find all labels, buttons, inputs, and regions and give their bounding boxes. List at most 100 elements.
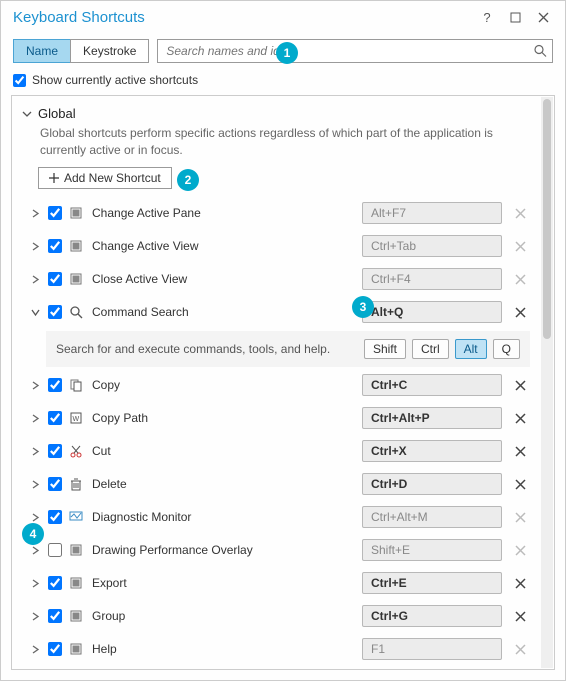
keystroke-field[interactable]: Shift+E (362, 539, 502, 561)
chevron-right-icon[interactable] (28, 576, 42, 590)
add-shortcut-button[interactable]: Add New Shortcut (38, 167, 172, 189)
enable-checkbox[interactable] (48, 576, 62, 590)
keystroke-field[interactable]: Ctrl+G (362, 605, 502, 627)
shortcut-label: Cut (88, 444, 358, 458)
tab-keystroke[interactable]: Keystroke (70, 39, 149, 63)
shortcut-label: Drawing Performance Overlay (88, 543, 358, 557)
window-icon (68, 608, 84, 624)
keystroke-field[interactable]: Ctrl+Tab (362, 235, 502, 257)
window-icon (68, 641, 84, 657)
clear-shortcut-button[interactable] (510, 578, 530, 589)
clear-shortcut-button (510, 208, 530, 219)
keystroke-field[interactable]: Alt+Q (362, 301, 502, 323)
chevron-right-icon[interactable] (28, 272, 42, 286)
enable-checkbox[interactable] (48, 609, 62, 623)
scrollbar[interactable] (541, 97, 553, 668)
titlebar: Keyboard Shortcuts ? (1, 1, 565, 33)
clear-shortcut-button[interactable] (510, 307, 530, 318)
dialog-title: Keyboard Shortcuts (13, 9, 473, 26)
copy-icon (68, 377, 84, 393)
clear-shortcut-button[interactable] (510, 413, 530, 424)
add-shortcut-label: Add New Shortcut (64, 171, 161, 185)
shortcut-row: Minimize the RibbonCtrl+F1 (18, 666, 538, 670)
search-icon (68, 304, 84, 320)
show-active-checkbox[interactable] (13, 74, 26, 87)
enable-checkbox[interactable] (48, 642, 62, 656)
shortcut-row: Close Active View Ctrl+F4 (18, 263, 538, 296)
enable-checkbox[interactable] (48, 239, 62, 253)
clear-shortcut-button (510, 644, 530, 655)
copy-path-icon: W (68, 410, 84, 426)
keystroke-field[interactable]: Alt+F7 (362, 202, 502, 224)
chevron-right-icon[interactable] (28, 510, 42, 524)
chevron-right-icon[interactable] (28, 642, 42, 656)
keystroke-field[interactable]: Ctrl+X (362, 440, 502, 462)
search-input[interactable] (157, 39, 553, 63)
modifier-key-alt[interactable]: Alt (455, 339, 487, 359)
maximize-button[interactable] (501, 6, 529, 28)
callout-4: 4 (22, 523, 44, 545)
chevron-right-icon[interactable] (28, 378, 42, 392)
help-button[interactable]: ? (473, 6, 501, 28)
enable-checkbox[interactable] (48, 510, 62, 524)
shortcut-row: Diagnostic MonitorCtrl+Alt+M (18, 501, 538, 534)
enable-checkbox[interactable] (48, 444, 62, 458)
enable-checkbox[interactable] (48, 411, 62, 425)
modifier-key-ctrl[interactable]: Ctrl (412, 339, 449, 359)
chevron-down-icon[interactable] (28, 305, 42, 319)
chevron-right-icon[interactable] (28, 477, 42, 491)
show-active-label: Show currently active shortcuts (32, 73, 198, 87)
enable-checkbox[interactable] (48, 543, 62, 557)
close-window-button[interactable] (529, 6, 557, 28)
enable-checkbox[interactable] (48, 378, 62, 392)
shortcut-label: Group (88, 609, 358, 623)
clear-shortcut-button[interactable] (510, 380, 530, 391)
clear-shortcut-button[interactable] (510, 479, 530, 490)
clear-shortcut-button[interactable] (510, 446, 530, 457)
chevron-right-icon[interactable] (28, 444, 42, 458)
shortcut-list-panel: Global Global shortcuts perform specific… (11, 95, 555, 670)
trash-icon (68, 476, 84, 492)
section-description: Global shortcuts perform specific action… (18, 123, 538, 167)
tab-name[interactable]: Name (13, 39, 70, 63)
show-active-checkbox-row[interactable]: Show currently active shortcuts (1, 69, 565, 95)
command-detail-panel: Search for and execute commands, tools, … (46, 331, 530, 367)
shortcut-label: Export (88, 576, 358, 590)
keystroke-field[interactable]: Ctrl+Alt+P (362, 407, 502, 429)
chevron-right-icon[interactable] (28, 543, 42, 557)
window-icon (68, 271, 84, 287)
clear-shortcut-button (510, 545, 530, 556)
enable-checkbox[interactable] (48, 477, 62, 491)
clear-shortcut-button (510, 241, 530, 252)
shortcut-label: Copy (88, 378, 358, 392)
enable-checkbox[interactable] (48, 305, 62, 319)
shortcut-label: Close Active View (88, 272, 358, 286)
keystroke-field[interactable]: Ctrl+Alt+M (362, 506, 502, 528)
search-icon[interactable] (534, 45, 547, 58)
scrollbar-thumb[interactable] (543, 99, 551, 339)
shortcut-rows: Change Active PaneAlt+F7Change Active Vi… (18, 197, 538, 670)
enable-checkbox[interactable] (48, 206, 62, 220)
shortcut-label: Change Active Pane (88, 206, 358, 220)
command-description: Search for and execute commands, tools, … (56, 342, 358, 356)
shortcut-row: Export Ctrl+E (18, 567, 538, 600)
chevron-right-icon[interactable] (28, 206, 42, 220)
modifier-key-q[interactable]: Q (493, 339, 520, 359)
keystroke-field[interactable]: Ctrl+D (362, 473, 502, 495)
clear-shortcut-button (510, 512, 530, 523)
window-icon (68, 575, 84, 591)
chevron-right-icon[interactable] (28, 411, 42, 425)
shortcut-row: Change Active Pane Alt+F7 (18, 197, 538, 230)
modifier-key-shift[interactable]: Shift (364, 339, 406, 359)
chevron-right-icon[interactable] (28, 609, 42, 623)
callout-3: 3 (352, 296, 374, 318)
shortcut-row: HelpF1 (18, 633, 538, 666)
section-header[interactable]: Global (18, 104, 538, 123)
enable-checkbox[interactable] (48, 272, 62, 286)
keystroke-field[interactable]: Ctrl+E (362, 572, 502, 594)
chevron-right-icon[interactable] (28, 239, 42, 253)
keystroke-field[interactable]: Ctrl+C (362, 374, 502, 396)
keystroke-field[interactable]: F1 (362, 638, 502, 660)
clear-shortcut-button[interactable] (510, 611, 530, 622)
keystroke-field[interactable]: Ctrl+F4 (362, 268, 502, 290)
